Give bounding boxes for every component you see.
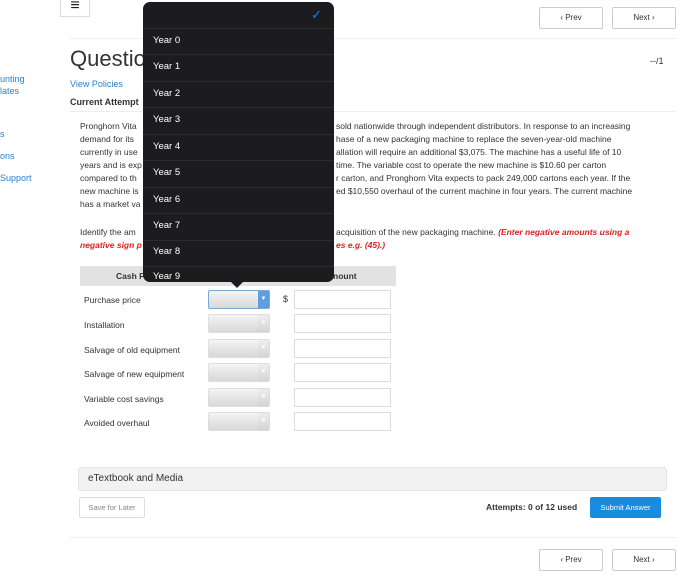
sidebar-link[interactable]: lates [0, 86, 19, 96]
etextbook-panel[interactable]: eTextbook and Media [78, 467, 667, 491]
submit-answer-button[interactable]: Submit Answer [590, 497, 661, 518]
view-policies-link[interactable]: View Policies [70, 79, 123, 89]
dropdown-option[interactable]: Year 9 [153, 271, 180, 282]
chevron-down-icon: ▼ [258, 364, 269, 381]
next-button[interactable]: Next › [612, 7, 676, 29]
row-label: Variable cost savings [84, 394, 164, 404]
year-select[interactable]: ▼ [208, 339, 270, 358]
instructions-right: acquisition of the new packaging machine… [336, 227, 630, 250]
checkmark-icon: ✓ [311, 7, 322, 22]
chevron-down-icon: ▼ [258, 291, 269, 308]
problem-text-left: Pronghorn Vita demand for its currently in… [80, 121, 142, 209]
chevron-down-icon: ▼ [258, 315, 269, 332]
dropdown-pointer [230, 281, 244, 288]
problem-text-right: sold nationwide through independent dist… [336, 121, 633, 196]
row-label: Salvage of new equipment [84, 369, 185, 379]
amount-input[interactable] [294, 388, 391, 407]
instructions-left: Identify the am negative sign p [80, 227, 142, 250]
sidebar-link[interactable]: ons [0, 151, 15, 161]
dropdown-option[interactable]: Year 1 [153, 61, 180, 72]
amount-input[interactable] [294, 339, 391, 358]
currency-symbol: $ [283, 294, 289, 304]
year-select[interactable]: ▼ [208, 412, 270, 431]
row-label: Installation [84, 320, 125, 330]
year-select[interactable]: ▼ [208, 388, 270, 407]
dropdown-option[interactable]: Year 5 [153, 167, 180, 178]
dropdown-option[interactable]: Year 8 [153, 246, 180, 257]
year-select[interactable]: ▼ [208, 314, 270, 333]
dropdown-option[interactable]: Year 2 [153, 88, 180, 99]
prev-button[interactable]: ‹ Prev [539, 549, 603, 571]
dropdown-option[interactable]: Year 0 [153, 35, 180, 46]
amount-input[interactable] [294, 363, 391, 382]
dropdown-option[interactable]: Year 6 [153, 194, 180, 205]
amount-input[interactable] [294, 314, 391, 333]
chevron-down-icon: ▼ [258, 413, 269, 430]
year-select[interactable]: ▼ [208, 363, 270, 382]
next-button[interactable]: Next › [612, 549, 676, 571]
sidebar-link[interactable]: Support [0, 173, 32, 183]
year-select[interactable]: ▼ [208, 290, 270, 309]
current-attempt-label: Current Attempt [70, 97, 139, 107]
row-label: Salvage of old equipment [84, 345, 180, 355]
year-dropdown-menu[interactable]: ✓ Year 0 Year 1 Year 2 Year 3 Year 4 Yea… [143, 2, 334, 282]
chevron-down-icon: ▼ [258, 389, 269, 406]
divider [70, 537, 676, 538]
score: --/1 [650, 56, 664, 66]
amount-input[interactable] [294, 412, 391, 431]
chevron-down-icon: ▼ [258, 340, 269, 357]
sidebar-link[interactable]: s [0, 129, 5, 139]
attempts-text: Attempts: 0 of 12 used [486, 502, 578, 512]
row-label: Purchase price [84, 295, 141, 305]
page-title: Questio [70, 46, 146, 71]
save-for-later-button[interactable]: Save for Later [79, 497, 145, 518]
prev-button[interactable]: ‹ Prev [539, 7, 603, 29]
row-label: Avoided overhaul [84, 418, 150, 428]
dropdown-option[interactable]: Year 4 [153, 141, 180, 152]
amount-input[interactable] [294, 290, 391, 309]
hamburger-icon[interactable]: ≡ [60, 0, 90, 17]
dropdown-option[interactable]: Year 3 [153, 114, 180, 125]
dropdown-option[interactable]: Year 7 [153, 220, 180, 231]
sidebar-link[interactable]: unting [0, 74, 25, 84]
